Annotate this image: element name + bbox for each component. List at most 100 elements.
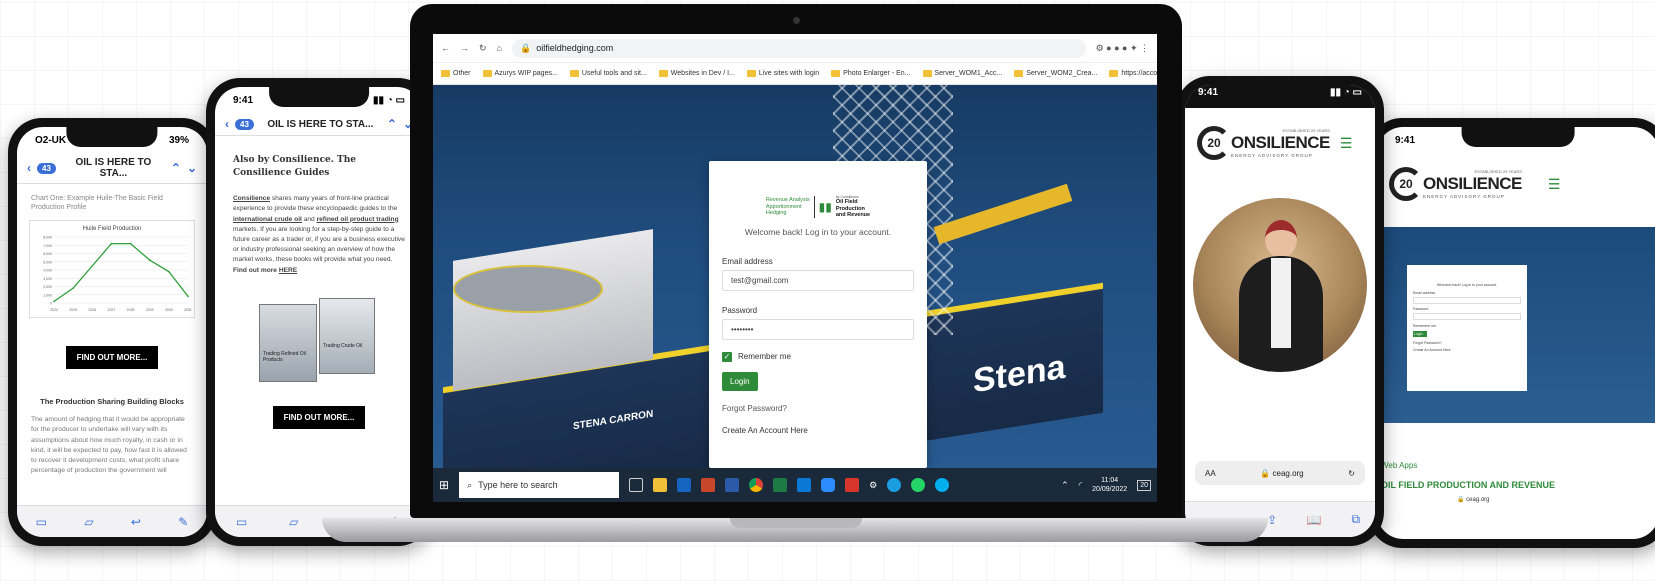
bookmark-item[interactable]: Other <box>441 70 471 77</box>
folder-icon[interactable]: ▱ <box>84 515 93 529</box>
bookmark-item[interactable]: Websites in Dev / I... <box>658 70 735 77</box>
text-size-button[interactable]: AA <box>1205 469 1216 478</box>
edge-icon[interactable] <box>887 478 902 492</box>
tray-chevron-icon[interactable]: ⌃ <box>1061 480 1069 491</box>
guides-paragraph: Consilience shares many years of front-l… <box>215 186 423 284</box>
email-field[interactable]: test@gmail.com <box>722 269 914 291</box>
bookmarks-icon[interactable]: 📖 <box>1307 513 1322 527</box>
skype-icon[interactable] <box>935 478 950 492</box>
network-icon[interactable]: ◜ <box>1079 480 1083 491</box>
chevron-up-icon[interactable]: ⌃ <box>387 117 397 131</box>
y-tick-label: 6,000 <box>43 252 52 256</box>
here-link[interactable]: HERE <box>279 267 297 274</box>
archive-icon[interactable]: ▭ <box>236 515 247 529</box>
back-chevron-icon[interactable]: ‹ <box>225 117 229 131</box>
word-icon[interactable] <box>725 478 740 492</box>
task-view-icon[interactable] <box>629 478 644 492</box>
forward-icon[interactable]: → <box>460 43 469 53</box>
clock[interactable]: 11:04 20/09/2022 <box>1092 476 1127 494</box>
back-chevron-icon[interactable]: ‹ <box>27 161 31 175</box>
create-account-link[interactable]: Create An Account Here <box>722 426 914 435</box>
bookmark-item[interactable]: Server_WOM1_Acc... <box>922 70 1003 77</box>
mini-remember[interactable]: Remember me <box>1413 324 1521 328</box>
phone-notch <box>1234 85 1326 105</box>
chrome-icon[interactable] <box>749 478 764 492</box>
notification-icon[interactable]: 20 <box>1137 479 1151 491</box>
settings-icon[interactable]: ⚙ <box>869 480 877 491</box>
archive-icon[interactable]: ▭ <box>36 515 47 529</box>
bookmark-label: Live sites with login <box>758 70 820 77</box>
powerpoint-icon[interactable] <box>701 478 716 492</box>
excel-icon[interactable] <box>773 478 788 492</box>
menu-icon[interactable]: ☰ <box>1548 176 1561 193</box>
bookmark-item[interactable]: Useful tools and sit... <box>569 70 647 77</box>
refined-products-link[interactable]: refined oil product trading <box>317 216 399 223</box>
chevron-up-icon[interactable]: ⌃ <box>171 161 181 175</box>
x-tick-label: 2031 <box>184 308 192 312</box>
crude-oil-link[interactable]: international crude oil <box>233 216 302 223</box>
webcam <box>793 17 800 24</box>
logo-right-text: by Consilience Oil Field Production and … <box>836 195 870 219</box>
remember-checkbox[interactable]: ✓ <box>722 351 732 362</box>
reply-icon[interactable]: ↩ <box>131 515 141 529</box>
tabs-icon[interactable]: ⧉ <box>1352 512 1361 527</box>
forgot-password-link[interactable]: Forgot Password? <box>722 404 914 413</box>
phone-far-right: 9:41 20 ESTABLISHED 20 YEARS ONSILIENCE … <box>1368 118 1655 548</box>
logo-sub: ENERGY ADVISORY GROUP <box>1423 194 1505 199</box>
bookmark-label: Server_WOM1_Acc... <box>934 70 1003 77</box>
consilience-link[interactable]: Consilience <box>233 195 270 202</box>
mini-password-input[interactable] <box>1413 313 1521 320</box>
mini-forgot-link[interactable]: Forgot Password? <box>1413 341 1521 345</box>
unread-badge: 43 <box>235 118 254 130</box>
chevron-down-icon[interactable]: ⌄ <box>187 161 197 175</box>
bookmark-item[interactable]: https://accounts.zo... <box>1109 70 1157 77</box>
laptop-base-notch <box>730 518 862 528</box>
pdf-icon[interactable] <box>845 478 860 492</box>
logo-line: Oil Field <box>835 199 858 206</box>
x-tick-label: 2028 <box>127 308 135 312</box>
bookmark-item[interactable]: Azurys WIP pages... <box>482 70 558 77</box>
folder-icon <box>658 70 668 77</box>
folder-icon <box>746 70 756 77</box>
bookmark-label: Azurys WIP pages... <box>494 70 558 77</box>
compose-icon[interactable]: ✎ <box>178 515 188 529</box>
address-bar[interactable]: 🔒 oilfieldhedging.com <box>511 38 1086 58</box>
reload-icon[interactable]: ↻ <box>1348 469 1355 478</box>
mini-email-label: Email address <box>1413 291 1436 295</box>
extensions-icon[interactable]: ⚙ ● ● ● ✦ ⋮ <box>1096 43 1149 54</box>
menu-icon[interactable]: ☰ <box>1340 135 1353 152</box>
folder-icon <box>922 70 932 77</box>
logo-line: and Revenue <box>835 212 871 219</box>
whatsapp-icon[interactable] <box>911 478 926 492</box>
find-out-more-button[interactable]: FIND OUT MORE... <box>272 405 366 429</box>
folder-icon[interactable]: ▱ <box>289 515 298 529</box>
find-out-more-button[interactable]: FIND OUT MORE... <box>65 346 159 370</box>
remember-row: ✓ Remember me <box>722 351 914 362</box>
phone-left: O2-UK 39% ‹ 43 OIL IS HERE TO STA... ⌃ ⌄… <box>8 118 216 546</box>
data-point <box>72 287 74 290</box>
logo-line: Revenue Analysis <box>765 196 810 203</box>
password-field[interactable]: •••••••• <box>722 318 914 340</box>
back-icon[interactable]: ← <box>441 43 450 53</box>
phone-notch <box>1461 127 1575 147</box>
bookmark-item[interactable]: Server_WOM2_Crea... <box>1014 70 1097 77</box>
share-icon[interactable]: ⇪ <box>1267 513 1277 527</box>
outlook-icon[interactable] <box>677 478 692 492</box>
reload-icon[interactable]: ↻ <box>479 43 487 54</box>
app-icon[interactable] <box>797 478 812 492</box>
bookmark-item[interactable]: Live sites with login <box>746 70 820 77</box>
mini-email-input[interactable] <box>1413 297 1521 304</box>
bookmark-item[interactable]: Photo Enlarger - En... <box>831 70 911 77</box>
bar-chart-icon: ▮▮ <box>818 199 832 214</box>
home-icon[interactable]: ⌂ <box>497 43 502 53</box>
taskbar-search[interactable]: ⌕ Type here to search <box>459 472 620 498</box>
login-button[interactable]: Login <box>722 371 758 391</box>
logo-c-mark: 20 <box>1389 167 1423 201</box>
web-apps-link[interactable]: Web Apps <box>1377 423 1655 470</box>
windows-start-icon[interactable]: ⊞ <box>439 478 449 492</box>
file-explorer-icon[interactable] <box>653 478 668 492</box>
mini-login-button[interactable]: Login <box>1413 331 1427 337</box>
zoom-icon[interactable] <box>821 478 836 492</box>
safari-address-bar[interactable]: AA 🔒 ceag.org ↻ <box>1195 461 1365 485</box>
mini-create-link[interactable]: Create An Account Here <box>1413 348 1521 352</box>
